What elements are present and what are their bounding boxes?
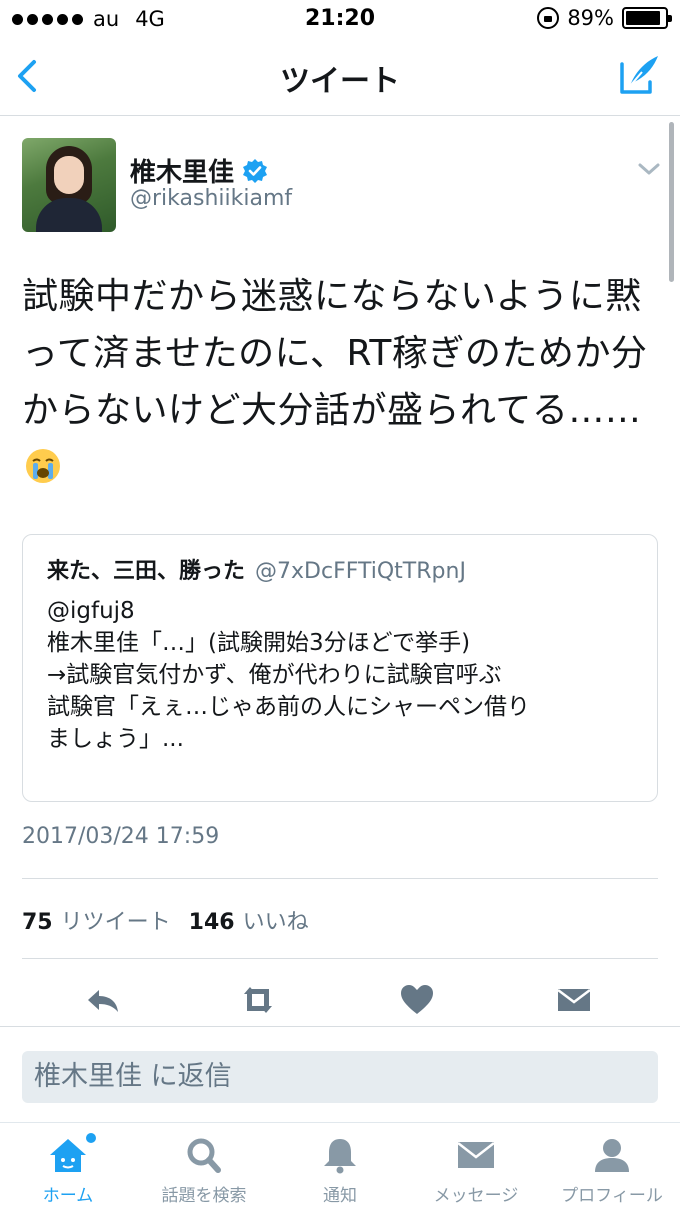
mail-icon [457, 1142, 495, 1168]
tab-search[interactable]: 話題を検索 [136, 1123, 272, 1209]
quoted-line: 試験官「えぇ…じゃあ前の人にシャーペン借り [47, 694, 530, 720]
retweet-label[interactable]: リツイート [61, 904, 171, 936]
quoted-tweet-card[interactable]: 来た、三田、勝った @7xDcFFTiQtTRpnJ @igfuj8 椎木里佳「… [22, 534, 658, 802]
tweet-stats: 75 リツイート 146 いいね [22, 904, 327, 936]
tweet-text: 試験中だから迷惑にならないように黙って済ませたのに、RT稼ぎのためか分からないけ… [22, 268, 658, 496]
navigation-bar: ツイート [0, 38, 680, 116]
tab-messages[interactable]: メッセージ [408, 1123, 544, 1209]
rotation-lock-icon [537, 7, 560, 29]
tab-label: ホーム [42, 1186, 94, 1206]
tab-label: 通知 [323, 1186, 357, 1206]
person-icon [595, 1139, 629, 1172]
tab-home[interactable]: ホーム [0, 1123, 136, 1209]
like-count[interactable]: 146 [189, 910, 235, 935]
like-label[interactable]: いいね [243, 904, 309, 936]
battery-icon [622, 7, 672, 29]
battery-info: 89% [537, 6, 672, 30]
scroll-indicator[interactable] [669, 122, 674, 282]
tweet-actions [0, 976, 680, 1026]
status-bar: au 4G 21:20 89% [0, 0, 680, 38]
bell-icon [324, 1139, 356, 1174]
divider [22, 878, 658, 879]
reply-input[interactable]: 椎木里佳 に返信 [22, 1051, 658, 1103]
author-handle[interactable]: @rikashiikiamf [130, 186, 292, 211]
retweet-count[interactable]: 75 [22, 910, 53, 935]
tab-notifications[interactable]: 通知 [272, 1123, 408, 1209]
chevron-down-icon[interactable] [636, 158, 662, 180]
tweet-body: 試験中だから迷惑にならないように黙って済ませたのに、RT稼ぎのためか分からないけ… [22, 276, 648, 431]
author-name[interactable]: 椎木里佳 [130, 152, 234, 189]
tab-label: 話題を検索 [161, 1186, 247, 1206]
divider [22, 958, 658, 959]
author-name-row[interactable]: 椎木里佳 [130, 152, 268, 189]
quoted-line: 椎木里佳「…」(試験開始3分ほどで挙手) [47, 630, 471, 656]
avatar[interactable] [22, 138, 116, 232]
crying-face-icon [26, 449, 60, 483]
quoted-line: ましょう」... [47, 726, 184, 752]
page-title: ツイート [280, 64, 400, 99]
battery-percent: 89% [567, 6, 614, 30]
tab-label: プロフィール [561, 1186, 663, 1206]
tab-bar: ホーム 話題を検索 通知 メッセージ プロフィール [0, 1122, 680, 1209]
quoted-line[interactable]: @igfuj8 [47, 595, 633, 627]
new-tweets-dot [86, 1133, 96, 1143]
quoted-line: →試験官気付かず、俺が代わりに試験官呼ぶ [47, 662, 502, 688]
verified-badge-icon [243, 158, 268, 183]
tab-label: メッセージ [433, 1186, 519, 1206]
retweet-icon[interactable] [238, 980, 278, 1020]
like-heart-icon[interactable] [397, 980, 437, 1020]
quoted-author-name: 来た、三田、勝った [47, 559, 246, 584]
compose-tweet-button[interactable] [616, 52, 662, 98]
direct-message-icon[interactable] [554, 980, 594, 1020]
reply-icon[interactable] [83, 980, 123, 1020]
search-icon [187, 1138, 221, 1173]
quoted-author-handle: @7xDcFFTiQtTRpnJ [255, 559, 466, 584]
reply-bar: 椎木里佳 に返信 [0, 1026, 680, 1122]
tweet-timestamp: 2017/03/24 17:59 [22, 824, 220, 849]
home-icon [50, 1139, 86, 1172]
quoted-tweet-header: 来た、三田、勝った @7xDcFFTiQtTRpnJ [47, 553, 633, 585]
tab-profile[interactable]: プロフィール [544, 1123, 680, 1209]
